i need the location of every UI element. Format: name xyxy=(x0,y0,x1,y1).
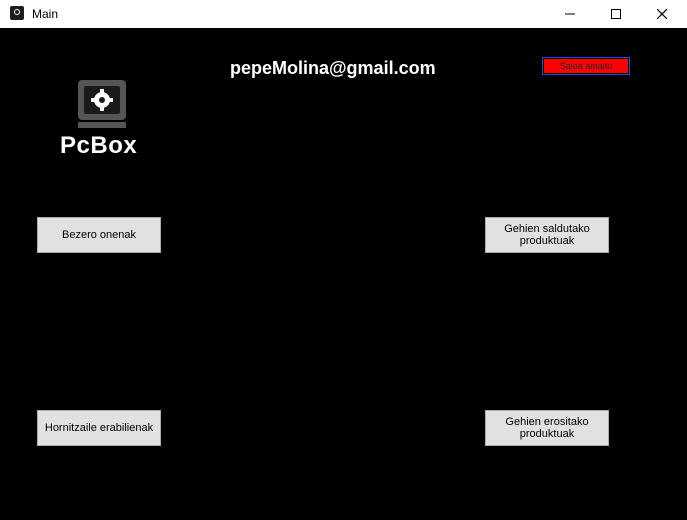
logout-button[interactable]: Saioa amaitu xyxy=(542,57,630,75)
most-sold-products-label: Gehien saldutako produktuak xyxy=(504,223,590,247)
logo-text: PcBox xyxy=(60,132,138,159)
minimize-button[interactable] xyxy=(547,0,593,28)
main-content: pepeMolina@gmail.com Saioa amaitu PcBox … xyxy=(2,28,685,520)
best-customers-button[interactable]: Bezero onenak xyxy=(37,217,161,253)
minimize-icon xyxy=(565,13,575,15)
maximize-icon xyxy=(611,9,621,19)
window-title: Main xyxy=(32,7,59,21)
most-used-suppliers-button[interactable]: Hornitzaile erabilienak xyxy=(37,410,161,446)
title-bar[interactable]: Main xyxy=(0,0,687,28)
user-email: pepeMolina@gmail.com xyxy=(230,58,436,78)
app-icon xyxy=(10,6,24,20)
close-button[interactable] xyxy=(639,0,685,28)
most-bought-products-button[interactable]: Gehien erositako produktuak xyxy=(485,410,609,446)
most-used-suppliers-label: Hornitzaile erabilienak xyxy=(44,422,154,434)
most-sold-products-button[interactable]: Gehien saldutako produktuak xyxy=(485,217,609,253)
most-bought-products-label: Gehien erositako produktuak xyxy=(505,416,589,440)
maximize-button[interactable] xyxy=(593,0,639,28)
best-customers-label: Bezero onenak xyxy=(62,229,136,241)
main-window: Main pepeMolina@gmail.com Saioa amaitu P… xyxy=(0,0,687,520)
close-icon xyxy=(657,9,667,19)
